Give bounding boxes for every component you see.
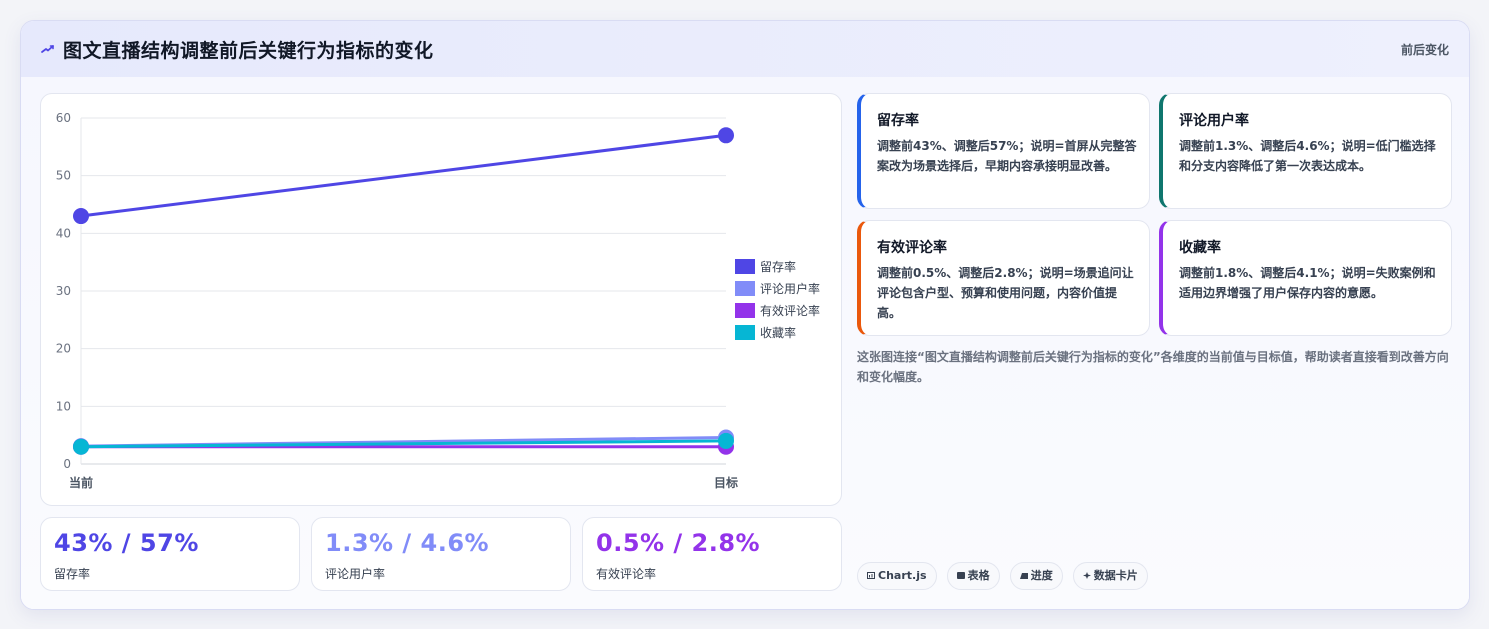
- x-tick-label: 目标: [714, 475, 738, 490]
- metric-title: 留存率: [877, 113, 919, 129]
- legend-label: 收藏率: [760, 325, 796, 340]
- main-card: 图文直播结构调整前后关键行为指标的变化 前后变化 0 10 20 30 40 50 60 当前…: [20, 20, 1470, 610]
- data-point: [718, 432, 734, 449]
- chip-table[interactable]: 表格: [946, 562, 1000, 590]
- metric-title: 评论用户率: [1179, 113, 1249, 129]
- trend-icon: [41, 45, 54, 53]
- legend-label: 留存率: [760, 259, 796, 274]
- legend-label: 有效评论率: [760, 303, 820, 318]
- y-tick-label: 10: [56, 399, 71, 413]
- legend-label: 评论用户率: [760, 281, 820, 296]
- card-body: 0 10 20 30 40 50 60 当前 目标 留存率 评论用户率 有效评论率 收藏率 43% / …: [21, 77, 1469, 609]
- metric-title: 有效评论率: [877, 240, 947, 256]
- y-tick-label: 30: [56, 284, 71, 298]
- metric-desc: 调整前43%、调整后57%；说明=首屏从完整答案改为场景选择后，早期内容承接明显…: [877, 139, 1137, 173]
- stat-value: 1.3% / 4.6%: [325, 529, 490, 557]
- stat-label: 评论用户率: [325, 567, 386, 581]
- metric-desc: 调整前0.5%、调整后2.8%；说明=场景追问让评论包含户型、预算和使用问题，内…: [877, 266, 1134, 320]
- stat-card-valid-comments: 0.5% / 2.8% 有效评论率: [582, 517, 842, 591]
- header-tag: 前后变化: [1400, 43, 1449, 57]
- chip-label: Chart.js: [878, 569, 927, 582]
- stat-value: 0.5% / 2.8%: [596, 529, 761, 557]
- metric-desc: 调整前1.3%、调整后4.6%；说明=低门槛选择和分支内容降低了第一次表达成本。: [1179, 139, 1436, 173]
- legend-swatch: [735, 281, 755, 296]
- stat-card-retention: 43% / 57% 留存率: [40, 517, 300, 591]
- stat-value: 43% / 57%: [54, 529, 199, 557]
- x-tick-label: 当前: [69, 475, 93, 490]
- metric-card-retention: 留存率 调整前43%、调整后57%；说明=首屏从完整答案改为场景选择后，早期内容…: [857, 93, 1150, 209]
- chart-icon: [867, 572, 875, 579]
- chip-data-cards[interactable]: 数据卡片: [1072, 562, 1148, 590]
- page-title: 图文直播结构调整前后关键行为指标的变化: [63, 40, 434, 62]
- chip-label: 数据卡片: [1093, 569, 1138, 582]
- chip-chartjs[interactable]: Chart.js: [857, 562, 937, 590]
- metric-desc: 调整前1.8%、调整后4.1%；说明=失败案例和适用边界增强了用户保存内容的意愿…: [1179, 266, 1436, 300]
- progress-icon: [1019, 573, 1028, 579]
- chart-panel: 0 10 20 30 40 50 60 当前 目标 留存率评论用户率有效评论率收藏率: [40, 93, 842, 506]
- metric-card-valid-comments: 有效评论率 调整前0.5%、调整后2.8%；说明=场景追问让评论包含户型、预算和…: [857, 220, 1150, 336]
- table-icon: [956, 572, 965, 579]
- legend-swatch: [735, 303, 755, 318]
- tech-chips: Chart.js 表格 进度 数据卡片: [857, 562, 1153, 590]
- y-tick-label: 50: [56, 169, 71, 183]
- y-tick-label: 60: [56, 111, 71, 125]
- metric-card-comment-users: 评论用户率 调整前1.3%、调整后4.6%；说明=低门槛选择和分支内容降低了第一…: [1159, 93, 1452, 209]
- chip-progress[interactable]: 进度: [1009, 562, 1063, 590]
- sparkle-icon: [1082, 572, 1091, 579]
- y-tick-label: 0: [63, 457, 71, 471]
- data-point: [718, 127, 734, 144]
- stat-label: 留存率: [54, 567, 91, 581]
- data-point: [73, 208, 89, 225]
- data-point: [73, 438, 89, 455]
- y-tick-label: 40: [56, 226, 71, 240]
- metric-card-favorites: 收藏率 调整前1.8%、调整后4.1%；说明=失败案例和适用边界增强了用户保存内…: [1159, 220, 1452, 336]
- stat-label: 有效评论率: [596, 567, 657, 581]
- chip-label: 表格: [967, 569, 990, 582]
- chip-label: 进度: [1030, 569, 1053, 582]
- legend-swatch: [735, 259, 755, 274]
- card-header: 图文直播结构调整前后关键行为指标的变化 前后变化: [21, 21, 1469, 78]
- y-tick-label: 20: [56, 342, 71, 356]
- chart-summary: 这张图连接“图文直播结构调整前后关键行为指标的变化”各维度的当前值与目标值，帮助…: [857, 350, 1449, 384]
- legend-swatch: [735, 325, 755, 340]
- line-chart: 0 10 20 30 40 50 60 当前 目标 留存率评论用户率有效评论率收藏率: [56, 111, 820, 490]
- stat-card-comment-users: 1.3% / 4.6% 评论用户率: [311, 517, 571, 591]
- metric-title: 收藏率: [1179, 240, 1221, 256]
